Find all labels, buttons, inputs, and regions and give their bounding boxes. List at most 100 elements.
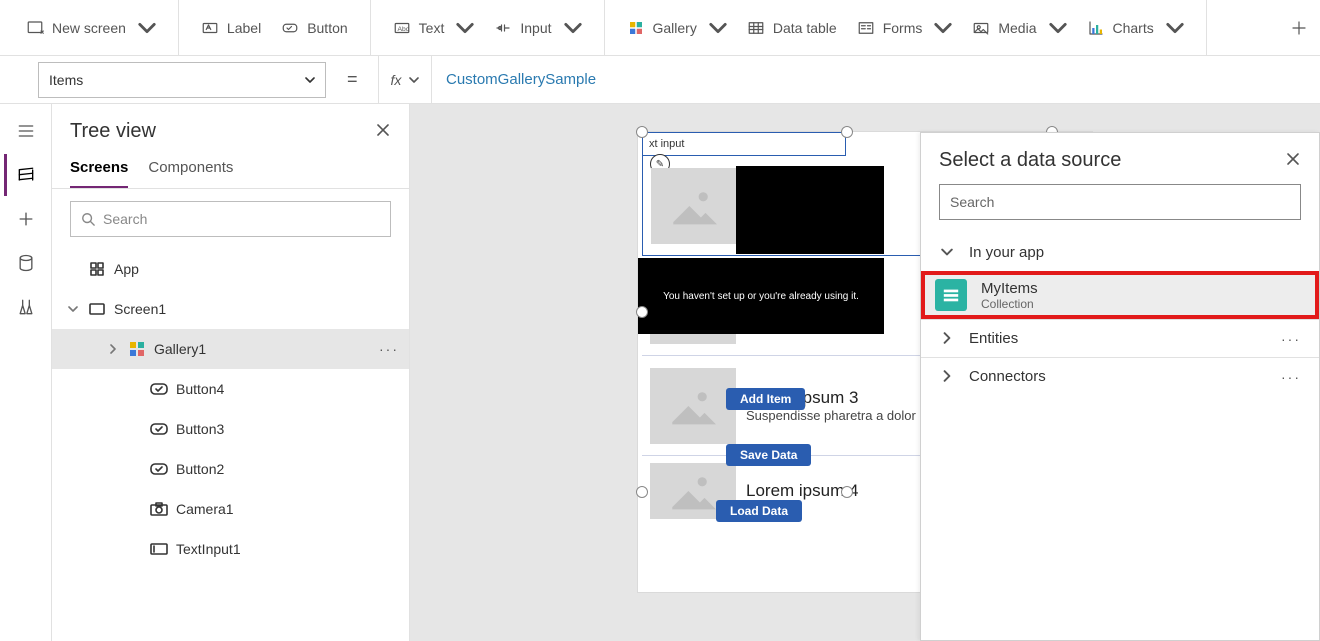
resize-handle[interactable] bbox=[636, 306, 648, 318]
insert-text-text: Text bbox=[419, 20, 445, 36]
close-icon[interactable] bbox=[1285, 151, 1301, 170]
insert-forms-text: Forms bbox=[883, 20, 923, 36]
tree-node-label: Button4 bbox=[176, 381, 224, 397]
camera-icon bbox=[150, 500, 168, 518]
resize-handle[interactable] bbox=[636, 486, 648, 498]
insert-label-button[interactable]: Label bbox=[191, 8, 271, 48]
insert-datatable-button[interactable]: Data table bbox=[737, 8, 847, 48]
rail-insert[interactable] bbox=[4, 198, 48, 240]
insert-forms-button[interactable]: Forms bbox=[847, 8, 963, 48]
insert-input-button[interactable]: Input bbox=[484, 8, 591, 48]
chevron-down-icon bbox=[456, 19, 474, 37]
tree-view-panel: Tree view Screens Components Search App bbox=[52, 104, 410, 641]
chevron-right-icon bbox=[106, 344, 120, 354]
tree-node-gallery1[interactable]: Gallery1 ··· bbox=[52, 329, 409, 369]
tab-screens[interactable]: Screens bbox=[70, 153, 128, 188]
chevron-down-icon bbox=[66, 304, 80, 314]
tree-node-button3[interactable]: Button3 bbox=[52, 409, 409, 449]
tree-node-more[interactable]: ··· bbox=[379, 341, 399, 357]
ds-section-connectors[interactable]: Connectors ··· bbox=[921, 358, 1319, 395]
insert-gallery-button[interactable]: Gallery bbox=[617, 8, 737, 48]
chevron-down-icon bbox=[709, 19, 727, 37]
tree-node-label: Button2 bbox=[176, 461, 224, 477]
tree-node-label: Camera1 bbox=[176, 501, 234, 517]
insert-button-text: Button bbox=[307, 20, 347, 36]
data-source-search-placeholder: Search bbox=[950, 194, 994, 210]
resize-handle[interactable] bbox=[841, 486, 853, 498]
ds-section-entities[interactable]: Entities ··· bbox=[921, 320, 1319, 357]
fx-button[interactable]: fx bbox=[378, 56, 432, 104]
resize-handle[interactable] bbox=[636, 126, 648, 138]
button-icon bbox=[150, 420, 168, 438]
new-screen-button[interactable]: New screen bbox=[16, 8, 166, 48]
property-selector-value: Items bbox=[49, 72, 83, 88]
chevron-down-icon bbox=[305, 75, 315, 85]
ds-item-title: MyItems bbox=[981, 280, 1038, 297]
ds-section-label: In your app bbox=[969, 244, 1044, 261]
textinput-icon bbox=[150, 540, 168, 558]
property-selector[interactable]: Items bbox=[38, 62, 326, 98]
data-source-search[interactable]: Search bbox=[939, 184, 1301, 220]
chevron-down-icon bbox=[409, 75, 419, 85]
collection-icon bbox=[935, 279, 967, 311]
section-more[interactable]: ··· bbox=[1281, 369, 1301, 385]
chevron-down-icon bbox=[934, 19, 952, 37]
gallery-icon bbox=[128, 340, 146, 358]
chevron-right-icon bbox=[939, 369, 955, 385]
equals-label: = bbox=[326, 69, 378, 90]
insert-media-button[interactable]: Media bbox=[962, 8, 1076, 48]
tree-node-label: TextInput1 bbox=[176, 541, 241, 557]
ribbon-overflow-button[interactable] bbox=[1286, 8, 1312, 48]
top-ribbon: New screen Label Button Abc Text Input G… bbox=[0, 0, 1320, 56]
tree-node-button2[interactable]: Button2 bbox=[52, 449, 409, 489]
ds-section-label: Entities bbox=[969, 330, 1018, 347]
button-icon bbox=[150, 380, 168, 398]
rail-data[interactable] bbox=[4, 242, 48, 284]
insert-gallery-text: Gallery bbox=[653, 20, 697, 36]
tab-components[interactable]: Components bbox=[148, 153, 233, 188]
tree-search-placeholder: Search bbox=[103, 211, 147, 227]
insert-button-button[interactable]: Button bbox=[271, 8, 357, 48]
button-icon bbox=[150, 460, 168, 478]
insert-label-text: Label bbox=[227, 20, 261, 36]
chevron-down-icon bbox=[138, 19, 156, 37]
insert-datatable-text: Data table bbox=[773, 20, 837, 36]
insert-text-button[interactable]: Abc Text bbox=[383, 8, 485, 48]
rail-tools[interactable] bbox=[4, 286, 48, 328]
insert-charts-text: Charts bbox=[1113, 20, 1154, 36]
rail-hamburger[interactable] bbox=[4, 110, 48, 152]
app-icon bbox=[88, 260, 106, 278]
canvas-area: xt input ✎ Lorem ipsum 1 sit amet, › bbox=[410, 104, 1320, 641]
data-source-panel: Select a data source Search In your app … bbox=[920, 132, 1320, 641]
fx-label: fx bbox=[391, 72, 402, 88]
insert-input-text: Input bbox=[520, 20, 551, 36]
search-icon bbox=[81, 212, 95, 226]
chevron-down-icon bbox=[564, 19, 582, 37]
left-rail bbox=[0, 104, 52, 641]
new-screen-label: New screen bbox=[52, 20, 126, 36]
rail-tree-view[interactable] bbox=[4, 154, 48, 196]
ds-item-myitems[interactable]: MyItems Collection bbox=[921, 271, 1319, 319]
canvas-button-load[interactable]: Load Data bbox=[716, 500, 802, 522]
insert-media-text: Media bbox=[998, 20, 1036, 36]
close-icon[interactable] bbox=[375, 122, 391, 141]
resize-handle[interactable] bbox=[841, 126, 853, 138]
tree-node-app[interactable]: App bbox=[52, 249, 409, 289]
insert-charts-button[interactable]: Charts bbox=[1077, 8, 1194, 48]
formula-bar: Items = fx CustomGallerySample bbox=[0, 56, 1320, 104]
ds-item-subtitle: Collection bbox=[981, 297, 1038, 311]
section-more[interactable]: ··· bbox=[1281, 331, 1301, 347]
chevron-down-icon bbox=[1166, 19, 1184, 37]
formula-input[interactable]: CustomGallerySample bbox=[432, 56, 1320, 104]
tree-view-title: Tree view bbox=[70, 120, 156, 143]
chevron-down-icon bbox=[939, 245, 955, 261]
ds-section-in-your-app[interactable]: In your app bbox=[921, 234, 1319, 271]
tree-node-screen1[interactable]: Screen1 bbox=[52, 289, 409, 329]
tree-node-camera1[interactable]: Camera1 bbox=[52, 489, 409, 529]
tree-node-label: Gallery1 bbox=[154, 341, 206, 357]
tree-node-textinput1[interactable]: TextInput1 bbox=[52, 529, 409, 569]
svg-text:Abc: Abc bbox=[397, 26, 409, 33]
tree-node-label: Button3 bbox=[176, 421, 224, 437]
tree-node-button4[interactable]: Button4 bbox=[52, 369, 409, 409]
tree-search-input[interactable]: Search bbox=[70, 201, 391, 237]
